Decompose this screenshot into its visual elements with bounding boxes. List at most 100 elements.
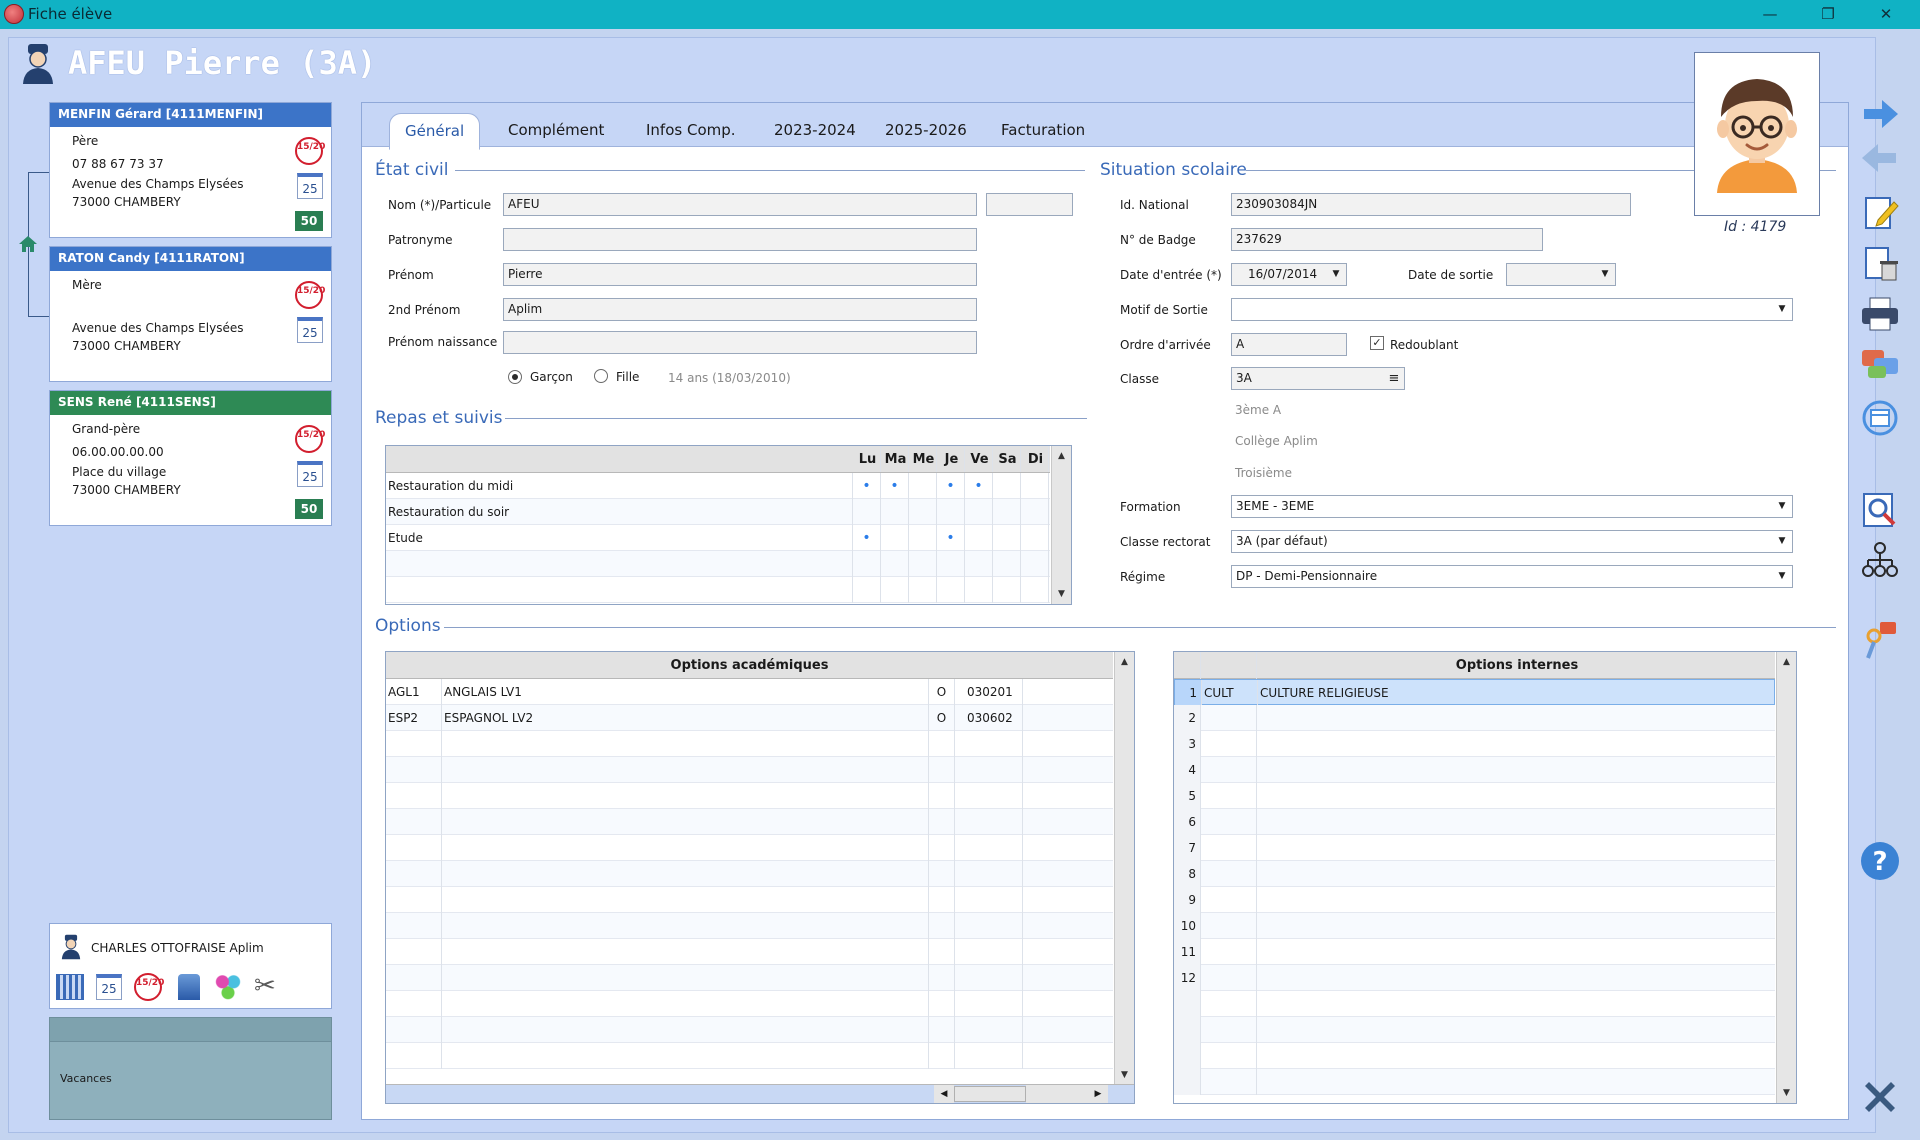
- cubes-icon[interactable]: [214, 974, 242, 1000]
- repas-mark-cell[interactable]: •: [881, 473, 909, 499]
- search-icon[interactable]: [1858, 490, 1902, 534]
- int-row[interactable]: 4: [1174, 757, 1775, 783]
- repas-mark-cell[interactable]: •: [937, 473, 965, 499]
- grades-icon[interactable]: 15/20: [295, 281, 325, 309]
- acad-row[interactable]: [386, 1017, 1113, 1043]
- count-badge[interactable]: 50: [295, 499, 323, 519]
- repas-mark-cell[interactable]: [965, 525, 993, 551]
- repas-row[interactable]: [386, 551, 1050, 577]
- repas-mark-cell[interactable]: [1021, 499, 1049, 525]
- contact-header[interactable]: RATON Candy [4111RATON]: [50, 247, 331, 271]
- chevron-down-icon[interactable]: ▼: [1326, 264, 1346, 285]
- edit-icon[interactable]: [1858, 192, 1902, 236]
- repas-row[interactable]: Etude • •: [386, 525, 1050, 551]
- nom-input[interactable]: AFEU: [503, 193, 977, 216]
- contact-card-2[interactable]: RATON Candy [4111RATON] Mère Avenue des …: [49, 246, 332, 382]
- redoublant-label[interactable]: Redoublant: [1390, 338, 1458, 352]
- int-row[interactable]: [1174, 1017, 1775, 1043]
- acad-row[interactable]: [386, 835, 1113, 861]
- calendar-icon[interactable]: 25: [96, 974, 122, 1000]
- tab-2025-2026[interactable]: 2025-2026: [885, 121, 967, 139]
- redoublant-checkbox[interactable]: ✓: [1370, 336, 1384, 350]
- acad-row[interactable]: [386, 757, 1113, 783]
- scroll-right-button[interactable]: ▶: [1088, 1085, 1108, 1103]
- int-row[interactable]: 10: [1174, 913, 1775, 939]
- building-icon[interactable]: [178, 974, 200, 1000]
- messages-icon[interactable]: [1858, 344, 1902, 388]
- grades-icon[interactable]: 15/20: [134, 973, 164, 1001]
- print-icon[interactable]: [1858, 294, 1902, 338]
- calendar-icon[interactable]: 25: [297, 317, 323, 343]
- fille-label[interactable]: Fille: [616, 370, 639, 384]
- date-sortie-input[interactable]: ▼: [1506, 263, 1616, 286]
- home-icon[interactable]: [18, 235, 38, 253]
- repas-mark-cell[interactable]: [853, 499, 881, 525]
- repas-mark-cell[interactable]: [881, 525, 909, 551]
- motif-select[interactable]: ▼: [1231, 298, 1793, 321]
- next-arrow-icon[interactable]: [1858, 94, 1902, 138]
- tab-2023-2024[interactable]: 2023-2024: [774, 121, 856, 139]
- repas-mark-cell[interactable]: [965, 499, 993, 525]
- repas-mark-cell[interactable]: [937, 499, 965, 525]
- contact-card-1[interactable]: MENFIN Gérard [4111MENFIN] Père 07 88 67…: [49, 102, 332, 238]
- repas-mark-cell[interactable]: [853, 551, 881, 577]
- repas-mark-cell[interactable]: [993, 473, 1021, 499]
- calendar-icon[interactable]: 25: [297, 173, 323, 199]
- tab-infos-comp[interactable]: Infos Comp.: [646, 121, 736, 139]
- repas-mark-cell[interactable]: [1021, 525, 1049, 551]
- scroll-down-button[interactable]: ▼: [1052, 584, 1071, 604]
- delete-icon[interactable]: [1858, 244, 1902, 288]
- acad-row[interactable]: [386, 965, 1113, 991]
- keys-icon[interactable]: [1858, 620, 1902, 664]
- repas-mark-cell[interactable]: [881, 551, 909, 577]
- refresh-calendar-icon[interactable]: [1858, 398, 1902, 442]
- int-row[interactable]: 3: [1174, 731, 1775, 757]
- scroll-up-button[interactable]: ▲: [1777, 652, 1796, 672]
- int-row[interactable]: 12: [1174, 965, 1775, 991]
- int-vscrollbar[interactable]: ▲ ▼: [1776, 652, 1796, 1103]
- rectorat-select[interactable]: 3A (par défaut) ▼: [1231, 530, 1793, 553]
- date-entree-input[interactable]: 16/07/2014 ▼: [1231, 263, 1347, 286]
- int-row[interactable]: 6: [1174, 809, 1775, 835]
- count-badge[interactable]: 50: [295, 211, 323, 231]
- scroll-down-button[interactable]: ▼: [1115, 1065, 1134, 1085]
- repas-mark-cell[interactable]: [965, 551, 993, 577]
- chevron-down-icon[interactable]: ▼: [1595, 264, 1615, 285]
- repas-mark-cell[interactable]: [993, 525, 1021, 551]
- repas-mark-cell[interactable]: [937, 551, 965, 577]
- chevron-down-icon[interactable]: ▼: [1772, 299, 1792, 320]
- grades-icon[interactable]: 15/20: [295, 137, 325, 165]
- classe-input[interactable]: 3A ≡: [1231, 367, 1405, 390]
- repas-mark-cell[interactable]: [881, 577, 909, 603]
- acad-row[interactable]: [386, 861, 1113, 887]
- contact-header[interactable]: SENS René [4111SENS]: [50, 391, 331, 415]
- acad-hscrollbar[interactable]: ◀ ▶: [386, 1084, 1134, 1103]
- repas-mark-cell[interactable]: [853, 577, 881, 603]
- acad-row[interactable]: AGL1 ANGLAIS LV1 O 030201: [386, 679, 1113, 705]
- chevron-down-icon[interactable]: ▼: [1772, 496, 1792, 517]
- repas-mark-cell[interactable]: [909, 473, 937, 499]
- grades-icon[interactable]: 15/20: [295, 425, 325, 453]
- ordre-input[interactable]: A: [1231, 333, 1347, 356]
- fille-radio[interactable]: [594, 369, 608, 383]
- close-window-button[interactable]: ✕: [1866, 2, 1906, 26]
- int-row[interactable]: 11: [1174, 939, 1775, 965]
- repas-mark-cell[interactable]: •: [937, 525, 965, 551]
- acad-row[interactable]: [386, 887, 1113, 913]
- garcon-label[interactable]: Garçon: [530, 370, 573, 384]
- id-national-input[interactable]: 230903084JN: [1231, 193, 1631, 216]
- int-row[interactable]: [1174, 991, 1775, 1017]
- repas-mark-cell[interactable]: [937, 577, 965, 603]
- int-row[interactable]: 7: [1174, 835, 1775, 861]
- tab-facturation[interactable]: Facturation: [1001, 121, 1085, 139]
- prenom-input[interactable]: Pierre: [503, 263, 977, 286]
- repas-mark-cell[interactable]: •: [965, 473, 993, 499]
- repas-row[interactable]: Restauration du soir: [386, 499, 1050, 525]
- acad-row[interactable]: [386, 939, 1113, 965]
- list-icon[interactable]: ≡: [1384, 368, 1404, 389]
- chevron-down-icon[interactable]: ▼: [1772, 531, 1792, 552]
- scroll-left-button[interactable]: ◀: [934, 1085, 954, 1103]
- repas-row[interactable]: Restauration du midi • • • •: [386, 473, 1050, 499]
- contact-header[interactable]: MENFIN Gérard [4111MENFIN]: [50, 103, 331, 127]
- repas-mark-cell[interactable]: •: [853, 525, 881, 551]
